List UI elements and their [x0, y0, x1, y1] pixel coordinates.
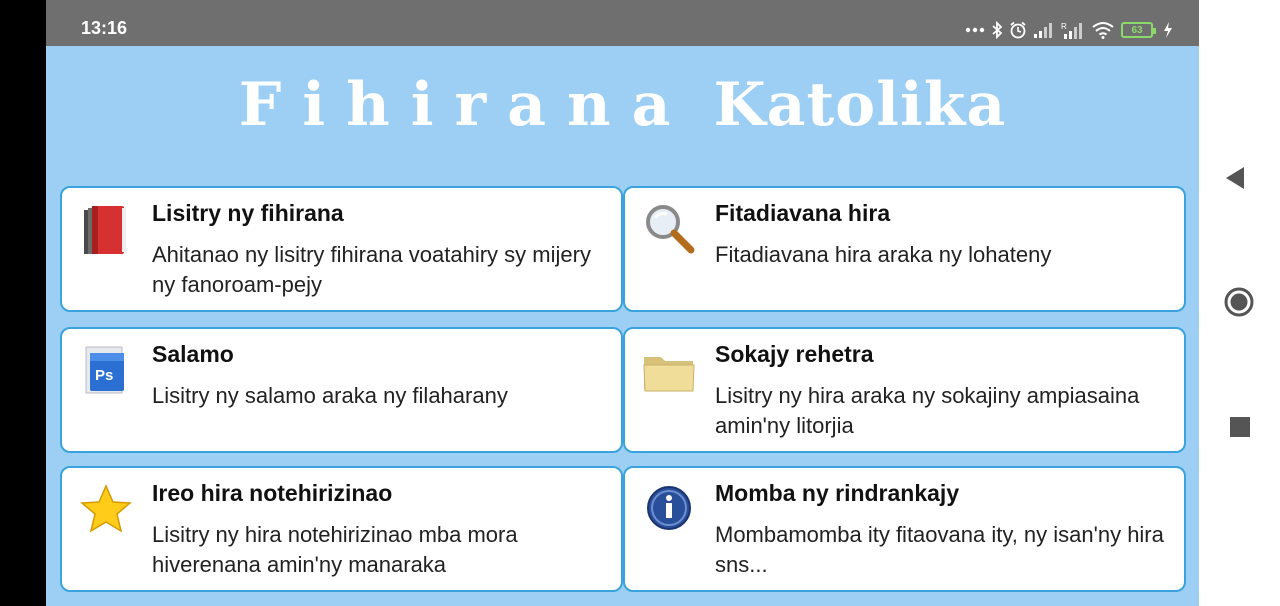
back-icon[interactable] — [1224, 165, 1248, 191]
info-icon — [647, 486, 691, 530]
app-title-word1: Fihirana — [238, 70, 692, 140]
wifi-icon — [1092, 22, 1114, 39]
menu-card-categories[interactable]: Sokajy rehetra Lisitry ny hira araka ny … — [623, 327, 1186, 453]
ps-document-icon: Ps — [85, 346, 124, 394]
battery-icon: 63 — [1121, 22, 1156, 38]
home-icon[interactable] — [1223, 286, 1255, 318]
menu-card-favorites[interactable]: Ireo hira notehirizinao Lisitry ny hira … — [60, 466, 623, 592]
menu-card-title: Ireo hira notehirizinao — [152, 480, 393, 506]
menu-card-search-song[interactable]: Fitadiavana hira Fitadiavana hira araka … — [623, 186, 1186, 312]
app-screen: 13:16 R 63 Fihirana Katolika Lisitry ny … — [46, 0, 1199, 606]
alarm-icon — [1010, 21, 1026, 39]
menu-card-song-list[interactable]: Lisitry ny fihirana Ahitanao ny lisitry … — [60, 186, 623, 312]
status-time: 13:16 — [81, 18, 128, 38]
bluetooth-icon — [992, 21, 1003, 39]
svg-text:R: R — [1061, 22, 1067, 31]
signal-roaming-icon: R — [1061, 22, 1082, 39]
battery-level: 63 — [1131, 24, 1143, 36]
app-title: Fihirana Katolika — [46, 70, 1199, 140]
menu-card-description: Ahitanao ny lisitry fihirana voatahiry s… — [152, 242, 591, 297]
menu-card-psalms[interactable]: Ps Salamo Lisitry ny salamo araka ny fil… — [60, 327, 623, 453]
menu-card-description: Lisitry ny hira araka ny sokajiny ampias… — [715, 383, 1140, 438]
menu-card-title: Salamo — [152, 341, 234, 367]
magnifier-icon — [646, 205, 695, 254]
app-title-word2: Katolika — [713, 70, 1007, 140]
status-icons: R 63 — [965, 19, 1173, 41]
charging-icon — [1164, 22, 1172, 38]
recents-icon[interactable] — [1229, 416, 1251, 438]
signal-icon — [1034, 23, 1052, 38]
system-nav-bar — [1199, 0, 1280, 606]
menu-card-description: Lisitry ny hira notehirizinao mba mora h… — [152, 522, 518, 577]
menu-card-title: Fitadiavana hira — [715, 200, 891, 226]
menu-card-description: Lisitry ny salamo araka ny filaharany — [152, 383, 508, 408]
menu-card-description: Mombamomba ity fitaovana ity, ny isan'ny… — [715, 522, 1164, 577]
folder-icon — [643, 357, 695, 392]
menu-card-about[interactable]: Momba ny rindrankajy Mombamomba ity fita… — [623, 466, 1186, 592]
more-dots-icon — [965, 27, 985, 33]
star-icon — [80, 484, 132, 533]
menu-card-title: Lisitry ny fihirana — [152, 200, 344, 226]
menu-card-title: Momba ny rindrankajy — [715, 480, 960, 506]
svg-text:Ps: Ps — [95, 367, 113, 384]
books-icon — [84, 206, 126, 254]
menu-card-title: Sokajy rehetra — [715, 341, 874, 367]
menu-card-description: Fitadiavana hira araka ny lohateny — [715, 242, 1052, 267]
status-bar: 13:16 R 63 — [46, 0, 1199, 46]
